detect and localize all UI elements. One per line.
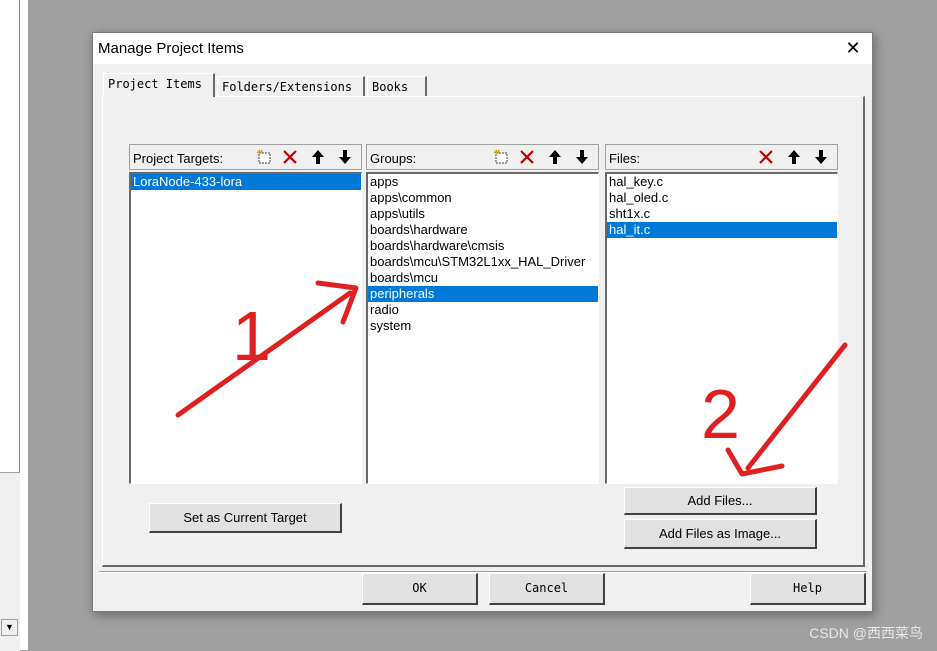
file-list-item[interactable]: hal_it.c [607, 222, 837, 238]
move-file-up-icon[interactable] [782, 147, 806, 167]
targets-list[interactable]: LoraNode-433-lora [129, 172, 362, 484]
target-list-item[interactable]: LoraNode-433-lora [131, 174, 361, 190]
group-list-item[interactable]: system [368, 318, 598, 334]
ok-button[interactable]: OK [362, 573, 478, 605]
group-list-item[interactable]: apps\utils [368, 206, 598, 222]
file-list-item[interactable]: sht1x.c [607, 206, 837, 222]
set-current-target-button[interactable]: Set as Current Target [149, 503, 342, 533]
targets-header: Project Targets: [129, 144, 362, 170]
files-header: Files: [605, 144, 838, 170]
group-list-item[interactable]: boards\hardware [368, 222, 598, 238]
tab-books[interactable]: Books [367, 76, 427, 96]
watermark: CSDN @西西菜鸟 [809, 625, 923, 641]
group-list-item[interactable]: radio [368, 302, 598, 318]
files-list[interactable]: hal_key.c hal_oled.c sht1x.c hal_it.c [605, 172, 838, 484]
title-bar: Manage Project Items ✕ [93, 33, 872, 64]
close-icon[interactable]: ✕ [838, 36, 868, 61]
move-group-down-icon[interactable] [570, 147, 594, 167]
file-list-item[interactable]: hal_key.c [607, 174, 837, 190]
cancel-button[interactable]: Cancel [489, 573, 605, 605]
move-target-down-icon[interactable] [333, 147, 357, 167]
tab-folders-extensions[interactable]: Folders/Extensions [217, 76, 365, 96]
move-target-up-icon[interactable] [306, 147, 330, 167]
tab-project-items[interactable]: Project Items [103, 73, 215, 97]
add-files-button[interactable]: Add Files... [624, 487, 817, 515]
scroll-down-icon[interactable]: ▼ [1, 619, 18, 636]
files-header-label: Files: [609, 151, 641, 166]
file-list-item[interactable]: hal_oled.c [607, 190, 837, 206]
move-file-down-icon[interactable] [809, 147, 833, 167]
targets-header-label: Project Targets: [133, 151, 224, 166]
group-list-item[interactable]: boards\mcu\STM32L1xx_HAL_Driver [368, 254, 598, 270]
new-target-icon[interactable] [252, 147, 276, 167]
move-group-up-icon[interactable] [543, 147, 567, 167]
groups-header-label: Groups: [370, 151, 417, 166]
group-list-item[interactable]: boards\mcu [368, 270, 598, 286]
groups-list[interactable]: apps apps\common apps\utils boards\hardware… [366, 172, 599, 484]
help-button[interactable]: Help [750, 573, 866, 605]
group-list-item[interactable]: peripherals [368, 286, 598, 302]
delete-target-icon[interactable] [278, 147, 302, 167]
delete-group-icon[interactable] [515, 147, 539, 167]
group-list-item[interactable]: apps [368, 174, 598, 190]
dialog-title: Manage Project Items [98, 40, 244, 57]
manage-project-items-dialog: Manage Project Items ✕ Project Items Fol… [92, 32, 873, 612]
groups-header: Groups: [366, 144, 599, 170]
group-list-item[interactable]: apps\common [368, 190, 598, 206]
delete-file-icon[interactable] [754, 147, 778, 167]
add-files-as-image-button[interactable]: Add Files as Image... [624, 519, 817, 549]
background-divider [19, 0, 20, 472]
group-list-item[interactable]: boards\hardware\cmsis [368, 238, 598, 254]
new-group-icon[interactable] [489, 147, 513, 167]
